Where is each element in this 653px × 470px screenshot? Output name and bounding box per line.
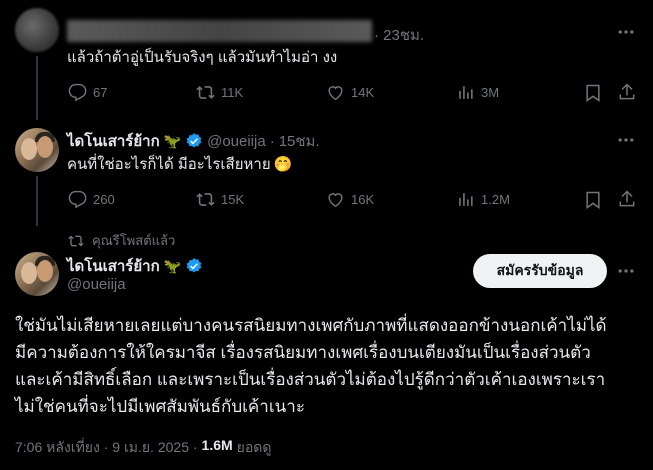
heart-icon: [328, 193, 343, 208]
author-name[interactable]: ไดโนเสาร์ย้าก: [67, 254, 160, 278]
reply-icon: [68, 190, 87, 209]
tweet-meta: 7:06 หลังเที่ยง · 9 เม.ย. 2025 · 1.6M ยอ…: [15, 437, 271, 459]
bookmark-icon[interactable]: [583, 190, 603, 215]
view-label: ยอดดู: [236, 439, 272, 455]
tweet-text: แล้วถ้าต้าอู่เป็นรับจริงๆ แล้วมันทำไมอ่า…: [67, 49, 338, 66]
blurred-author-name: [67, 20, 372, 42]
reply-count: 260: [93, 192, 115, 207]
repost-count: 11K: [221, 85, 244, 100]
share-icon[interactable]: [617, 82, 637, 107]
main-text-line: มีความต้องการให้ใครมาจีส เรื่องรสนิยมทาง…: [15, 343, 591, 362]
avatar[interactable]: [15, 252, 59, 296]
author-name-row: ไดโนเสาร์ย้าก 🦖: [67, 254, 203, 278]
views-button[interactable]: 1.2M: [456, 190, 510, 209]
tweet-time[interactable]: 15ชม.: [279, 129, 320, 153]
tweet-text-wrap: คนที่ใช่อะไรก็ได้ มีอะไรเสียหาย 🤭: [67, 155, 292, 175]
like-count: 14K: [351, 85, 375, 100]
verified-badge-icon: [186, 133, 202, 148]
tweet-timestamp[interactable]: 7:06 หลังเที่ยง · 9 เม.ย. 2025 ·: [15, 437, 198, 459]
verified-badge-icon: [186, 258, 202, 273]
more-options-icon[interactable]: [616, 261, 636, 281]
more-options-icon[interactable]: [616, 130, 636, 150]
subscribe-button[interactable]: สมัครรับข้อมูล: [473, 254, 607, 288]
main-text-line: และเค้ามีสิทธิ์เลือก และเพราะเป็นเรื่องส…: [15, 370, 606, 389]
views-button[interactable]: 3M: [456, 83, 499, 102]
views-count: 1.2M: [481, 192, 510, 207]
repost-icon: [196, 193, 215, 206]
thread-line: [36, 56, 38, 120]
tweet-text: คนที่ใช่อะไรก็ได้ มีอะไรเสียหาย: [67, 156, 271, 173]
avatar[interactable]: [15, 128, 59, 172]
dino-emoji: 🦖: [163, 257, 182, 274]
repost-note: คุณรีโพสต์แล้ว: [68, 230, 175, 251]
analytics-icon: [459, 193, 473, 206]
tweet-time[interactable]: 23ชม.: [383, 27, 424, 44]
dino-emoji: 🦖: [163, 132, 182, 149]
reply-icon: [68, 83, 87, 102]
repost-button[interactable]: 15K: [196, 190, 244, 209]
repost-icon: [68, 235, 84, 246]
tweet-time-wrap: · 23ชม.: [374, 27, 425, 44]
avatar[interactable]: [15, 8, 59, 52]
more-options-icon[interactable]: [616, 22, 636, 42]
bookmark-icon[interactable]: [583, 83, 603, 108]
thread-line: [36, 176, 38, 226]
repost-note-text: คุณรีโพสต์แล้ว: [92, 233, 176, 248]
main-text-line: ไม่ใช่คนที่จะไปมีเพศสัมพันธ์กับเค้าเนาะ: [15, 397, 305, 416]
repost-button[interactable]: 11K: [196, 83, 243, 102]
reply-button[interactable]: 67: [68, 83, 107, 102]
main-text-line: ใช่มันไม่เสียหายเลยแต่บางคนรสนิยมทางเพศก…: [15, 316, 607, 335]
main-tweet-text: ใช่มันไม่เสียหายเลยแต่บางคนรสนิยมทางเพศก…: [15, 312, 645, 420]
like-button[interactable]: 14K: [326, 83, 374, 102]
tweet-header: ไดโนเสาร์ย้าก 🦖 @oueiija · 15ชม.: [67, 129, 320, 153]
analytics-icon: [459, 86, 473, 99]
repost-count: 15K: [221, 192, 245, 207]
author-name[interactable]: ไดโนเสาร์ย้าก: [67, 129, 160, 153]
repost-icon: [196, 86, 215, 99]
like-count: 16K: [351, 192, 375, 207]
view-count: 1.6M: [201, 437, 233, 453]
views-count: 3M: [481, 85, 500, 100]
reply-count: 67: [93, 85, 108, 100]
shy-face-emoji: 🤭: [273, 156, 293, 173]
author-handle[interactable]: @oueiija: [67, 276, 126, 293]
author-handle[interactable]: @oueiija: [207, 133, 266, 150]
heart-icon: [328, 86, 343, 101]
share-icon[interactable]: [617, 189, 637, 214]
reply-button[interactable]: 260: [68, 190, 115, 209]
like-button[interactable]: 16K: [326, 190, 374, 209]
